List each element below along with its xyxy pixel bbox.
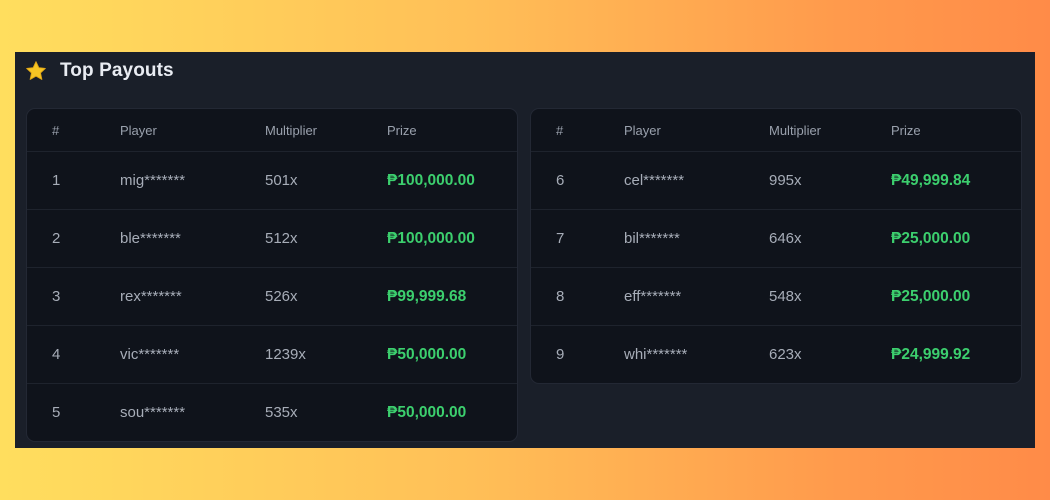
player-cell: rex******* [120, 288, 182, 305]
player-cell: vic******* [120, 346, 180, 363]
column-header-rank: # [52, 122, 60, 138]
multiplier-cell: 526x [265, 288, 298, 305]
multiplier-cell: 548x [769, 288, 802, 305]
player-cell: mig******* [120, 172, 186, 189]
rank-cell: 3 [52, 288, 61, 305]
prize-cell: ₱50,000.00 [387, 345, 467, 363]
column-header-rank: # [556, 122, 564, 138]
table-row: 7 bil******* 646x ₱25,000.00 [531, 209, 1021, 267]
multiplier-cell: 512x [265, 230, 298, 247]
prize-cell: ₱49,999.84 [891, 171, 971, 189]
star-icon [25, 60, 47, 82]
column-header-player: Player [624, 122, 661, 138]
table-row: 3 rex******* 526x ₱99,999.68 [27, 267, 517, 325]
table-header-row: # Player Multiplier Prize [531, 109, 1021, 151]
player-cell: ble******* [120, 230, 181, 247]
rank-cell: 9 [556, 346, 565, 363]
table-row: 9 whi******* 623x ₱24,999.92 [531, 325, 1021, 383]
column-header-player: Player [120, 122, 157, 138]
multiplier-cell: 995x [769, 172, 802, 189]
table-row: 6 cel******* 995x ₱49,999.84 [531, 151, 1021, 209]
column-header-prize: Prize [387, 122, 417, 138]
player-cell: whi******* [624, 346, 688, 363]
payouts-table-left: # Player Multiplier Prize 1 mig******* 5… [26, 108, 518, 442]
player-cell: bil******* [624, 230, 680, 247]
prize-cell: ₱99,999.68 [387, 287, 467, 305]
prize-cell: ₱25,000.00 [891, 287, 971, 305]
rank-cell: 7 [556, 230, 565, 247]
rank-cell: 4 [52, 346, 61, 363]
prize-cell: ₱100,000.00 [387, 229, 475, 247]
table-row: 5 sou******* 535x ₱50,000.00 [27, 383, 517, 441]
rank-cell: 8 [556, 288, 565, 305]
player-cell: cel******* [624, 172, 685, 189]
player-cell: sou******* [120, 404, 186, 421]
panel-title: Top Payouts [60, 60, 174, 81]
multiplier-cell: 1239x [265, 346, 306, 363]
column-header-prize: Prize [891, 122, 921, 138]
payouts-table-right: # Player Multiplier Prize 6 cel******* 9… [530, 108, 1022, 384]
table-row: 1 mig******* 501x ₱100,000.00 [27, 151, 517, 209]
rank-cell: 6 [556, 172, 565, 189]
multiplier-cell: 623x [769, 346, 802, 363]
table-header-row: # Player Multiplier Prize [27, 109, 517, 151]
rank-cell: 1 [52, 172, 61, 189]
table-row: 2 ble******* 512x ₱100,000.00 [27, 209, 517, 267]
multiplier-cell: 535x [265, 404, 298, 421]
prize-cell: ₱50,000.00 [387, 403, 467, 421]
prize-cell: ₱24,999.92 [891, 345, 971, 363]
rank-cell: 5 [52, 404, 61, 421]
table-row: 4 vic******* 1239x ₱50,000.00 [27, 325, 517, 383]
player-cell: eff******* [624, 288, 682, 305]
column-header-multiplier: Multiplier [265, 122, 318, 138]
prize-cell: ₱100,000.00 [387, 171, 475, 189]
table-row: 8 eff******* 548x ₱25,000.00 [531, 267, 1021, 325]
column-header-multiplier: Multiplier [769, 122, 822, 138]
prize-cell: ₱25,000.00 [891, 229, 971, 247]
top-payouts-panel: Top Payouts # Player Multiplier Prize 1 … [15, 52, 1035, 448]
panel-header: Top Payouts [25, 58, 174, 84]
multiplier-cell: 646x [769, 230, 802, 247]
rank-cell: 2 [52, 230, 61, 247]
multiplier-cell: 501x [265, 172, 298, 189]
